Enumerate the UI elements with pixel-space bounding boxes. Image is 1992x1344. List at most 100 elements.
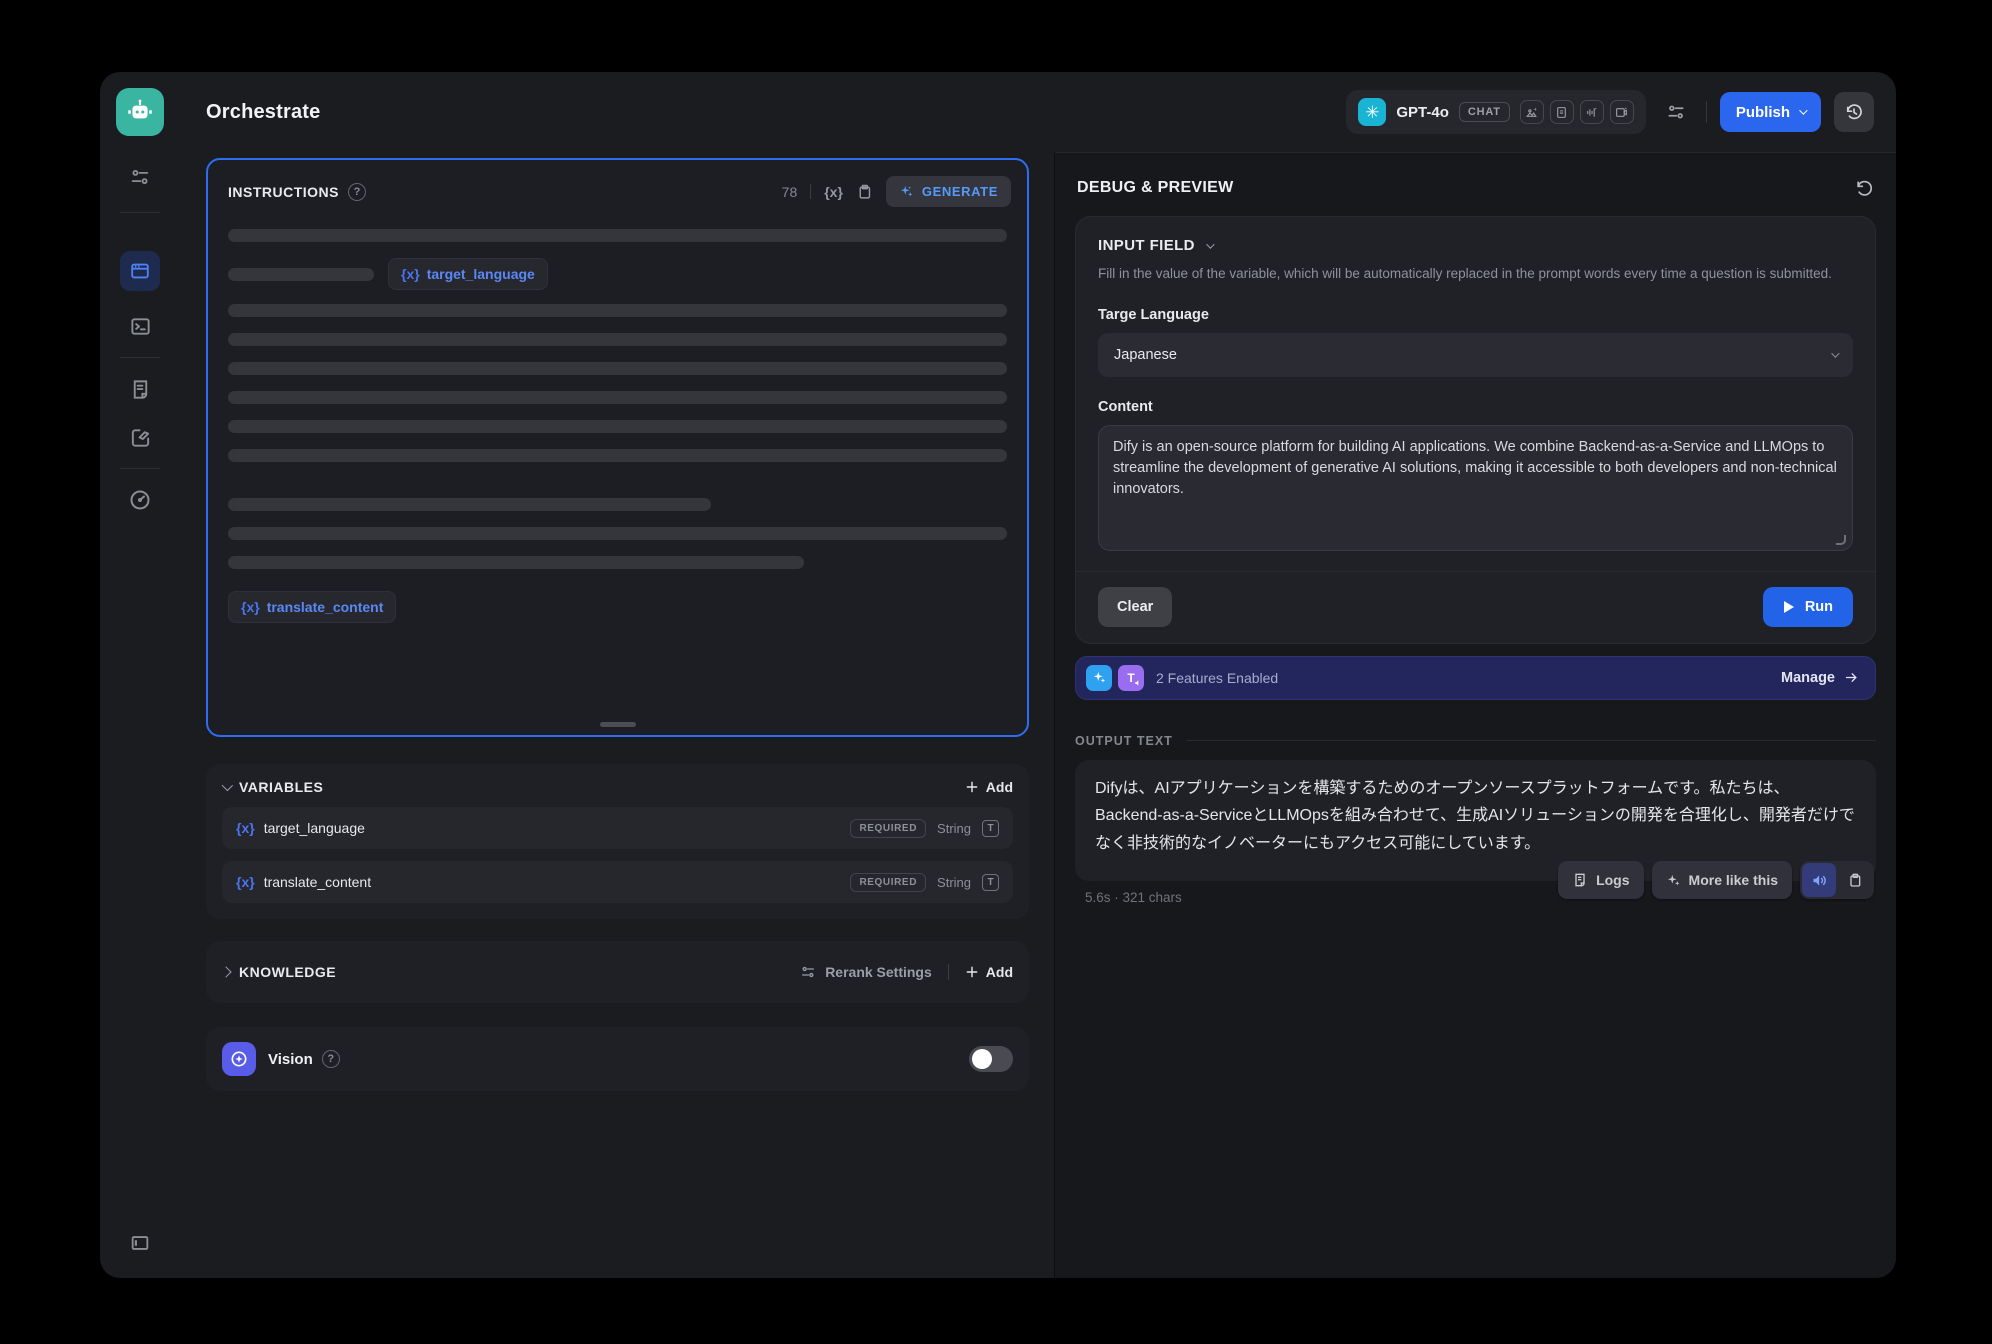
- logs-button[interactable]: Logs: [1558, 861, 1643, 899]
- chevron-down-icon: [1831, 349, 1839, 357]
- vision-toggle-off[interactable]: [969, 1046, 1013, 1072]
- screen: Orchestrate ✳ GPT-4o CHAT: [0, 0, 1992, 1344]
- sidebar-item-api[interactable]: [127, 313, 153, 339]
- copy-output-button[interactable]: [1838, 863, 1872, 897]
- vision-panel: Vision ?: [206, 1027, 1029, 1091]
- vision-title: Vision: [268, 1051, 313, 1068]
- string-type-icon[interactable]: T: [982, 820, 999, 837]
- sparkles-icon: [899, 184, 914, 199]
- document-capability-icon: [1550, 100, 1574, 124]
- input-field-panel: INPUT FIELD Fill in the value of the var…: [1075, 216, 1876, 644]
- generate-button[interactable]: GENERATE: [886, 176, 1011, 207]
- debug-preview-pane: DEBUG & PREVIEW INPUT FIELD Fill in the …: [1054, 152, 1896, 1278]
- version-history-button[interactable]: [1834, 92, 1874, 132]
- output-icon-group: [1800, 861, 1874, 899]
- instructions-header: INSTRUCTIONS ? 78 {x}: [208, 160, 1027, 211]
- skeleton-row: {x} target_language: [228, 258, 1007, 290]
- sidebar-item-logs[interactable]: [127, 376, 153, 402]
- help-icon[interactable]: ?: [322, 1050, 340, 1068]
- more-like-this-label: More like this: [1689, 872, 1778, 888]
- chevron-down-icon: [1799, 106, 1807, 114]
- sidebar-item-annotation[interactable]: [127, 424, 153, 450]
- knowledge-panel[interactable]: KNOWLEDGE Rerank Settings Add: [206, 941, 1029, 1003]
- speaker-icon: [1811, 872, 1828, 889]
- prompt-editor[interactable]: {x} target_language: [208, 211, 1027, 735]
- clear-button[interactable]: Clear: [1098, 587, 1172, 627]
- skeleton-line: [228, 527, 1007, 540]
- reset-conversation-button[interactable]: [1854, 178, 1874, 198]
- top-bar: Orchestrate ✳ GPT-4o CHAT: [180, 72, 1896, 152]
- sliders-icon: [800, 964, 816, 980]
- textarea-resize-handle[interactable]: [1836, 535, 1846, 545]
- target-language-select[interactable]: Japanese: [1098, 333, 1853, 377]
- collapse-panel-icon: [129, 1232, 151, 1254]
- model-mode-badge: CHAT: [1459, 102, 1510, 122]
- sidebar-item-model-settings[interactable]: [127, 164, 153, 190]
- variables-header[interactable]: VARIABLES Add: [222, 779, 1013, 795]
- chevron-down-icon: [1206, 240, 1214, 248]
- app-logo-robot-icon[interactable]: [116, 88, 164, 136]
- output-section-header: OUTPUT TEXT: [1075, 734, 1876, 748]
- rerank-settings-label: Rerank Settings: [825, 964, 932, 980]
- chevron-right-icon: [220, 966, 231, 977]
- rerank-settings-button[interactable]: Rerank Settings: [800, 964, 932, 980]
- vision-feature-icon: [222, 1042, 256, 1076]
- manage-features-button[interactable]: Manage: [1781, 670, 1859, 686]
- publish-label: Publish: [1736, 104, 1790, 121]
- variable-name: target_language: [264, 820, 365, 836]
- variable-chip-translate-content[interactable]: {x} translate_content: [228, 591, 396, 623]
- copy-prompt-icon[interactable]: [856, 183, 873, 200]
- skeleton-line: [228, 498, 711, 511]
- sidebar-item-orchestrate-active[interactable]: [120, 251, 160, 291]
- orchestrate-pane: INSTRUCTIONS ? 78 {x}: [180, 152, 1054, 1278]
- model-capabilities: [1520, 100, 1634, 124]
- window-icon: [129, 260, 151, 282]
- required-badge: REQUIRED: [850, 873, 926, 892]
- sidebar-collapse-button[interactable]: [127, 1230, 153, 1256]
- char-count: 78: [782, 184, 798, 200]
- sliders-icon: [129, 166, 151, 188]
- video-capability-icon: [1610, 100, 1634, 124]
- panel-resize-handle[interactable]: [600, 722, 636, 727]
- content-textarea[interactable]: Dify is an open-source platform for buil…: [1098, 425, 1853, 551]
- target-language-label: Targe Language: [1098, 307, 1853, 323]
- features-enabled-bar[interactable]: T 2 Features Enabled Manage: [1075, 656, 1876, 700]
- content-value: Dify is an open-source platform for buil…: [1113, 439, 1837, 497]
- input-field-footer: Clear Run: [1098, 572, 1853, 627]
- plus-icon: [965, 780, 979, 794]
- publish-button[interactable]: Publish: [1720, 92, 1821, 132]
- model-parameters-button[interactable]: [1659, 95, 1693, 129]
- variable-row[interactable]: {x} target_language REQUIRED String T: [222, 807, 1013, 849]
- text-to-speech-feature-icon: T: [1118, 665, 1144, 691]
- instructions-tools: 78 {x} GENERATE: [782, 176, 1011, 207]
- model-selector[interactable]: ✳ GPT-4o CHAT: [1346, 90, 1645, 134]
- input-field-header[interactable]: INPUT FIELD: [1098, 237, 1853, 254]
- edit-icon: [129, 426, 152, 449]
- chevron-down-icon: [222, 780, 233, 791]
- string-type-icon[interactable]: T: [982, 874, 999, 891]
- skeleton-line: [228, 268, 374, 281]
- vision-capability-icon: [1520, 100, 1544, 124]
- run-button[interactable]: Run: [1763, 587, 1853, 627]
- output-text: Difyは、AIアプリケーションを構築するためのオープンソースプラットフォームで…: [1095, 780, 1855, 852]
- input-field-description: Fill in the value of the variable, which…: [1098, 264, 1853, 285]
- add-variable-button[interactable]: Add: [965, 779, 1013, 795]
- more-like-this-button[interactable]: More like this: [1652, 861, 1792, 899]
- help-icon[interactable]: ?: [348, 183, 366, 201]
- plus-icon: [965, 965, 979, 979]
- sparkles-icon: [1666, 873, 1681, 888]
- skeleton-line: [228, 556, 804, 569]
- output-actions: Logs More like this: [1558, 861, 1874, 899]
- variable-chip-label: target_language: [427, 266, 535, 282]
- play-audio-button[interactable]: [1802, 863, 1836, 897]
- variable-braces-icon: {x}: [401, 266, 420, 282]
- variable-row[interactable]: {x} translate_content REQUIRED String T: [222, 861, 1013, 903]
- add-knowledge-button[interactable]: Add: [965, 964, 1013, 980]
- skeleton-line: [228, 449, 1007, 462]
- variable-chip-target-language[interactable]: {x} target_language: [388, 258, 548, 290]
- logs-icon: [1572, 872, 1588, 888]
- debug-header: DEBUG & PREVIEW: [1077, 178, 1874, 198]
- insert-variable-icon[interactable]: {x}: [824, 184, 843, 200]
- variable-braces-icon: {x}: [241, 599, 260, 615]
- sidebar-item-monitoring[interactable]: [127, 487, 153, 513]
